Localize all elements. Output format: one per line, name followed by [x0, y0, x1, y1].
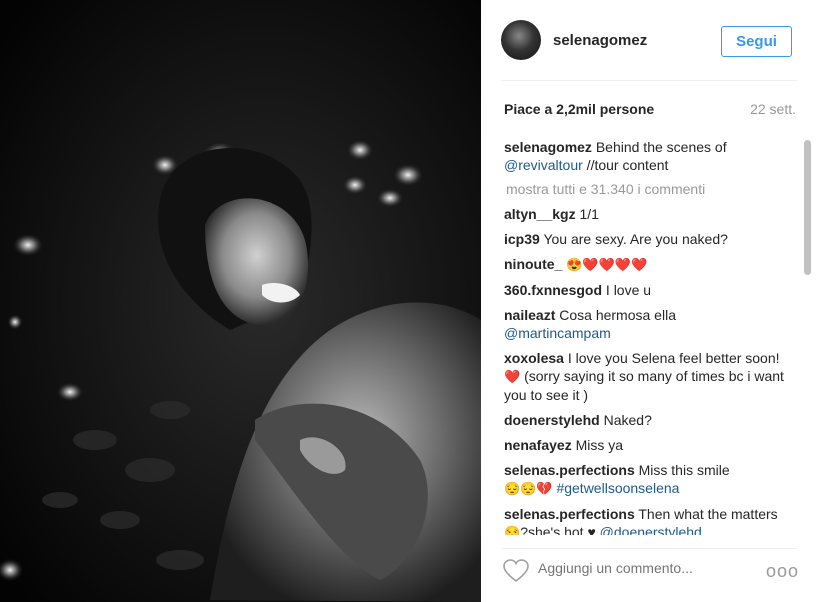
- comment-user[interactable]: nenafayez: [504, 437, 572, 453]
- comment-user[interactable]: selenas.perfections: [504, 506, 635, 522]
- scrollbar-thumb[interactable]: [804, 140, 811, 275]
- comment-user[interactable]: icp39: [504, 231, 540, 247]
- comment-emoji: ❤️: [504, 369, 521, 384]
- comment-text: You are sexy. Are you naked?: [543, 231, 728, 247]
- comment-emoji: 😒: [504, 525, 521, 535]
- comment-item: naileazt Cosa hermosa ella @martincampam: [504, 306, 789, 342]
- photo-artwork: [0, 0, 481, 602]
- comment-input[interactable]: [538, 560, 738, 576]
- comment-text: Miss this smile: [638, 462, 730, 478]
- heart-outline-icon[interactable]: [503, 559, 529, 583]
- show-all-comments-link[interactable]: mostra tutti e 31.340 i commenti: [506, 180, 789, 198]
- comment-text-2: (sorry saying it so many of times bc i w…: [504, 368, 784, 403]
- username-link[interactable]: selenagomez: [553, 32, 647, 49]
- comment-text: Naked?: [603, 412, 652, 428]
- divider: [501, 80, 797, 81]
- comment-mention[interactable]: @martincampam: [504, 325, 611, 341]
- comment-item: doenerstylehd Naked?: [504, 411, 789, 429]
- likes-count[interactable]: Piace a 2,2mil persone: [504, 101, 654, 117]
- more-options-icon[interactable]: ooo: [766, 561, 799, 582]
- comment-emojis: 😍❤️❤️❤️❤️: [566, 257, 648, 272]
- comment-user[interactable]: ninoute_: [504, 256, 562, 272]
- comment-user[interactable]: altyn__kgz: [504, 206, 576, 222]
- likes-row: Piace a 2,2mil persone 22 sett.: [504, 101, 796, 117]
- comment-item: icp39 You are sexy. Are you naked?: [504, 230, 789, 248]
- caption: selenagomez Behind the scenes of @reviva…: [504, 138, 789, 174]
- comment-item: 360.fxnnesgod I love u: [504, 281, 789, 299]
- caption-text-after: //tour content: [582, 157, 669, 173]
- comment-emojis: 😔😔💔: [504, 481, 553, 496]
- comment-item: xoxolesa I love you Selena feel better s…: [504, 349, 789, 404]
- comment-item: nenafayez Miss ya: [504, 436, 789, 454]
- comments-scrollbar[interactable]: [803, 138, 811, 535]
- comment-text: I love you Selena feel better soon!: [567, 350, 780, 366]
- comment-text: Then what the matters: [638, 506, 778, 522]
- comments-list[interactable]: selenagomez Behind the scenes of @reviva…: [504, 138, 789, 535]
- comment-text: 1/1: [579, 206, 599, 222]
- post-photo[interactable]: [0, 0, 481, 602]
- comment-bar: ooo: [481, 549, 817, 602]
- caption-mention[interactable]: @revivaltour: [504, 157, 583, 173]
- comment-user[interactable]: 360.fxnnesgod: [504, 282, 602, 298]
- comment-item: selenas.perfections Miss this smile 😔😔💔 …: [504, 461, 789, 498]
- follow-button[interactable]: Segui: [721, 26, 792, 57]
- comment-mention[interactable]: @doenerstylehd: [600, 524, 702, 535]
- comment-text: Cosa hermosa ella: [559, 307, 676, 323]
- comment-item: selenas.perfections Then what the matter…: [504, 505, 789, 535]
- post-date[interactable]: 22 sett.: [750, 101, 796, 117]
- post-sidebar: selenagomez Segui Piace a 2,2mil persone…: [481, 0, 817, 602]
- caption-text: Behind the scenes of: [595, 139, 727, 155]
- comment-emoji-2: ♥: [587, 524, 596, 535]
- post-header: selenagomez Segui: [481, 0, 817, 80]
- comment-hashtag[interactable]: #getwellsoonselena: [556, 480, 679, 496]
- comment-user[interactable]: xoxolesa: [504, 350, 564, 366]
- comment-text-2: ?she's hot: [520, 524, 588, 535]
- comment-user[interactable]: doenerstylehd: [504, 412, 600, 428]
- comment-user[interactable]: naileazt: [504, 307, 555, 323]
- caption-user[interactable]: selenagomez: [504, 139, 592, 155]
- comment-item: ninoute_ 😍❤️❤️❤️❤️: [504, 255, 789, 274]
- comment-item: altyn__kgz 1/1: [504, 205, 789, 223]
- comment-text: I love u: [605, 282, 652, 298]
- avatar[interactable]: [501, 20, 541, 60]
- comment-user[interactable]: selenas.perfections: [504, 462, 635, 478]
- comment-text: Miss ya: [575, 437, 624, 453]
